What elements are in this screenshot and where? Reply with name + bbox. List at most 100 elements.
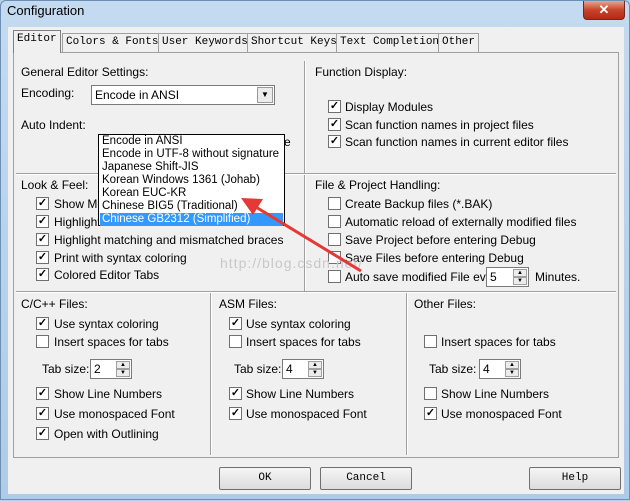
cpp-files-header: C/C++ Files: [21, 297, 88, 311]
vertical-divider [210, 293, 212, 455]
cpp-line-numbers-checkbox[interactable]: ✓ [36, 387, 49, 400]
watermark: http://blog.csdn.net/ [220, 255, 364, 271]
auto-save-minutes-value: 5 [490, 270, 497, 284]
colored-tabs-label: Colored Editor Tabs [54, 268, 160, 282]
other-files-header: Other Files: [414, 297, 477, 311]
spin-up-icon[interactable]: ▲ [505, 361, 519, 369]
other-tab-size-value: 4 [483, 362, 490, 376]
spin-up-icon[interactable]: ▲ [116, 361, 130, 369]
cancel-button[interactable]: Cancel [320, 467, 412, 490]
tab-shortcut-keys[interactable]: Shortcut Keys [247, 33, 341, 52]
highlight-braces-checkbox[interactable]: ✓ [36, 233, 49, 246]
function-display-header: Function Display: [315, 65, 408, 79]
other-line-numbers-checkbox[interactable] [424, 387, 437, 400]
other-line-numbers-label: Show Line Numbers [441, 387, 550, 401]
cpp-outlining-checkbox[interactable]: ✓ [36, 427, 49, 440]
save-project-debug-label: Save Project before entering Debug [345, 233, 536, 247]
cpp-line-numbers-label: Show Line Numbers [54, 387, 163, 401]
other-tab-size-label: Tab size: [429, 362, 477, 376]
other-monospaced-checkbox[interactable]: ✓ [424, 407, 437, 420]
help-button[interactable]: Help [529, 467, 621, 490]
asm-line-numbers-checkbox[interactable]: ✓ [229, 387, 242, 400]
cpp-outlining-label: Open with Outlining [54, 427, 159, 441]
vertical-divider [406, 293, 408, 455]
encoding-option-euc-kr[interactable]: Korean EUC-KR [100, 187, 283, 200]
create-backup-label: Create Backup files (*.BAK) [345, 197, 493, 211]
file-project-header: File & Project Handling: [315, 178, 441, 192]
other-insert-spaces-label: Insert spaces for tabs [441, 335, 556, 349]
colored-tabs-checkbox[interactable]: ✓ [36, 268, 49, 281]
asm-line-numbers-label: Show Line Numbers [246, 387, 355, 401]
spin-up-icon[interactable]: ▲ [513, 269, 527, 277]
encoding-label: Encoding: [21, 86, 75, 100]
cpp-tab-size-label: Tab size: [42, 362, 90, 376]
other-insert-spaces-checkbox[interactable] [424, 335, 437, 348]
cpp-monospaced-label: Use monospaced Font [54, 407, 175, 421]
scan-project-label: Scan function names in project files [345, 118, 534, 132]
tab-text-completion[interactable]: Text Completion [336, 33, 444, 52]
print-syntax-checkbox[interactable]: ✓ [36, 251, 49, 264]
encoding-option-johab[interactable]: Korean Windows 1361 (Johab) [100, 174, 283, 187]
ok-button[interactable]: OK [219, 467, 311, 490]
scan-project-checkbox[interactable]: ✓ [328, 118, 341, 131]
cpp-monospaced-checkbox[interactable]: ✓ [36, 407, 49, 420]
asm-monospaced-checkbox[interactable]: ✓ [229, 407, 242, 420]
save-project-debug-checkbox[interactable] [328, 233, 341, 246]
asm-tab-size-spinner[interactable]: 4 ▲ ▼ [282, 359, 324, 379]
highlight-line-checkbox[interactable]: ✓ [36, 215, 49, 228]
encoding-option-shift-jis[interactable]: Japanese Shift-JIS [100, 161, 283, 174]
create-backup-checkbox[interactable] [328, 197, 341, 210]
encoding-select[interactable]: Encode in ANSI ▼ [91, 85, 275, 105]
cpp-insert-spaces-label: Insert spaces for tabs [54, 335, 169, 349]
cpp-tab-size-value: 2 [94, 362, 101, 376]
general-settings-header: General Editor Settings: [21, 65, 149, 79]
tab-editor[interactable]: Editor [13, 30, 61, 53]
encoding-option-big5[interactable]: Chinese BIG5 (Traditional) [100, 200, 283, 213]
cpp-insert-spaces-checkbox[interactable] [36, 335, 49, 348]
asm-monospaced-label: Use monospaced Font [246, 407, 367, 421]
auto-save-label: Auto save modified File every [345, 270, 503, 284]
asm-insert-spaces-label: Insert spaces for tabs [246, 335, 361, 349]
auto-save-checkbox[interactable] [328, 270, 341, 283]
configuration-window: Configuration ✕ Editor Colors & Fonts Us… [0, 0, 630, 500]
window-title: Configuration [7, 3, 85, 18]
close-button[interactable]: ✕ [583, 1, 625, 20]
chevron-down-icon[interactable]: ▼ [257, 87, 273, 103]
auto-save-minutes-spinner[interactable]: 5 ▲ ▼ [486, 267, 529, 287]
cpp-syntax-checkbox[interactable]: ✓ [36, 317, 49, 330]
spin-down-icon[interactable]: ▼ [505, 369, 519, 377]
encoding-option-gb2312[interactable]: Chinese GB2312 (Simplified) [100, 213, 283, 226]
spin-down-icon[interactable]: ▼ [116, 369, 130, 377]
tab-other[interactable]: Other [438, 33, 480, 52]
asm-files-header: ASM Files: [219, 297, 278, 311]
tab-user-keywords[interactable]: User Keywords [158, 33, 252, 52]
asm-insert-spaces-checkbox[interactable] [229, 335, 242, 348]
encoding-option-utf8[interactable]: Encode in UTF-8 without signature [100, 148, 283, 161]
display-modules-checkbox[interactable]: ✓ [328, 100, 341, 113]
show-find-dialog-checkbox[interactable]: ✓ [36, 197, 49, 210]
spin-down-icon[interactable]: ▼ [513, 277, 527, 285]
horizontal-divider [16, 291, 616, 293]
spin-up-icon[interactable]: ▲ [308, 361, 322, 369]
cpp-syntax-label: Use syntax coloring [54, 317, 159, 331]
encoding-option-ansi[interactable]: Encode in ANSI [100, 135, 283, 148]
asm-syntax-label: Use syntax coloring [246, 317, 351, 331]
display-modules-label: Display Modules [345, 100, 434, 114]
asm-tab-size-label: Tab size: [234, 362, 282, 376]
minutes-label: Minutes. [535, 270, 581, 284]
highlight-braces-label: Highlight matching and mismatched braces [54, 233, 284, 247]
cpp-tab-size-spinner[interactable]: 2 ▲ ▼ [90, 359, 132, 379]
spin-down-icon[interactable]: ▼ [308, 369, 322, 377]
auto-reload-checkbox[interactable] [328, 215, 341, 228]
asm-syntax-checkbox[interactable]: ✓ [229, 317, 242, 330]
encoding-dropdown-list: Encode in ANSI Encode in UTF-8 without s… [98, 134, 285, 226]
asm-tab-size-value: 4 [286, 362, 293, 376]
close-icon: ✕ [598, 2, 610, 17]
dialog-client-area: Editor Colors & Fonts User Keywords Shor… [8, 27, 624, 494]
title-bar[interactable]: Configuration ✕ [1, 1, 629, 25]
tab-colors-fonts[interactable]: Colors & Fonts [62, 33, 163, 52]
encoding-value: Encode in ANSI [95, 88, 180, 102]
scan-editor-checkbox[interactable]: ✓ [328, 135, 341, 148]
other-tab-size-spinner[interactable]: 4 ▲ ▼ [479, 359, 521, 379]
scan-editor-label: Scan function names in current editor fi… [345, 135, 569, 149]
